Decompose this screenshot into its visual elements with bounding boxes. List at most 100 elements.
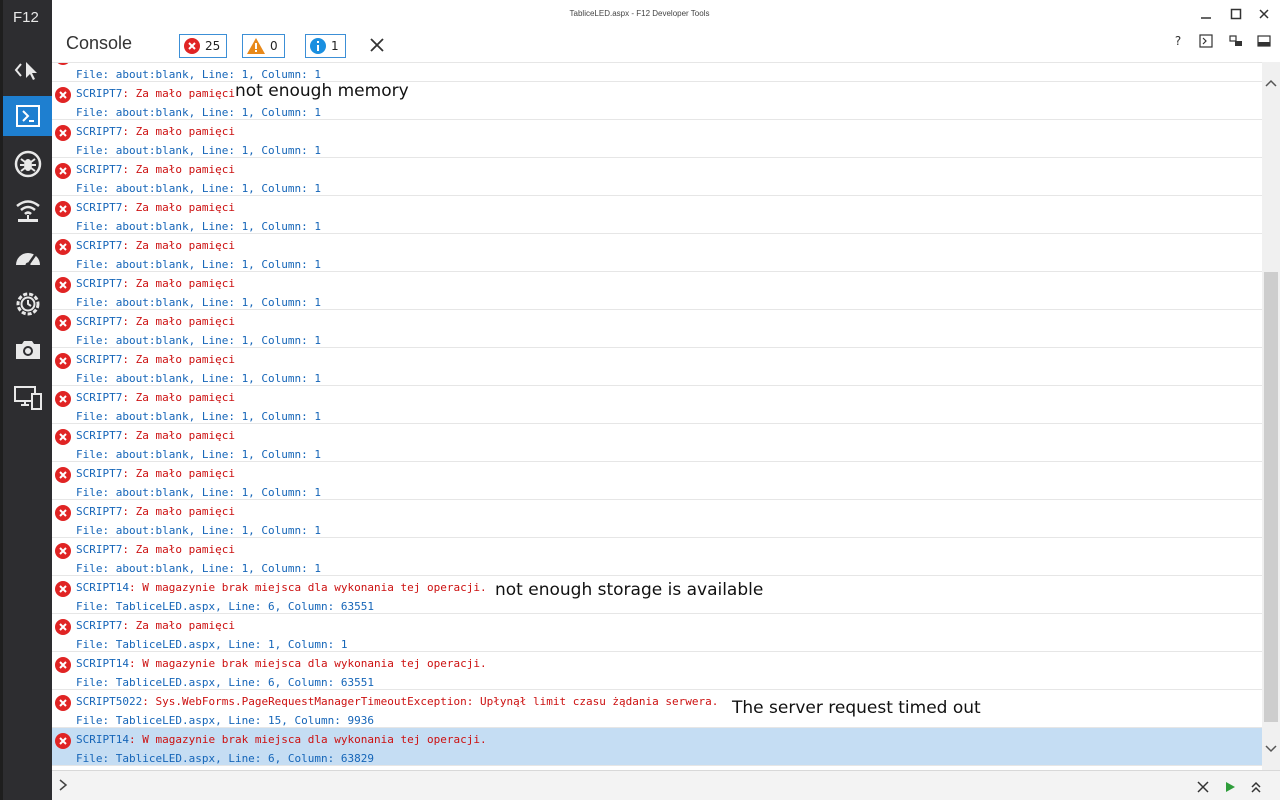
list-item[interactable]: File: about:blank, Line: 1, Column: 1 xyxy=(52,63,1262,82)
entry-location[interactable]: File: about:blank, Line: 1, Column: 1 xyxy=(76,334,321,347)
entry-location[interactable]: File: about:blank, Line: 1, Column: 1 xyxy=(76,68,321,81)
warning-filter-button[interactable]: 0 xyxy=(242,34,285,58)
minimize-button[interactable] xyxy=(1197,6,1215,22)
list-item[interactable]: SCRIPT7: Za mało pamięci File: about:blan… xyxy=(52,348,1262,386)
entry-location[interactable]: File: about:blank, Line: 1, Column: 1 xyxy=(76,448,321,461)
error-code[interactable]: SCRIPT7 xyxy=(76,505,122,518)
error-icon xyxy=(55,353,71,369)
list-item[interactable]: SCRIPT7: Za mało pamięci File: TabliceLED… xyxy=(52,614,1262,652)
error-code[interactable]: SCRIPT14 xyxy=(76,581,129,594)
error-icon xyxy=(55,125,71,141)
entry-location[interactable]: File: about:blank, Line: 1, Column: 1 xyxy=(76,486,321,499)
error-text: : Za mało pamięci xyxy=(122,467,235,480)
entry-location[interactable]: File: TabliceLED.aspx, Line: 1, Column: … xyxy=(76,638,348,651)
error-icon xyxy=(55,619,71,635)
entry-location[interactable]: File: about:blank, Line: 1, Column: 1 xyxy=(76,106,321,119)
error-code[interactable]: SCRIPT7 xyxy=(76,391,122,404)
help-button[interactable]: ? xyxy=(1169,32,1187,50)
list-item[interactable]: SCRIPT7: Za mało pamięci File: about:blan… xyxy=(52,538,1262,576)
error-code[interactable]: SCRIPT14 xyxy=(76,657,129,670)
scroll-up-icon[interactable] xyxy=(1265,78,1277,90)
tool-console[interactable] xyxy=(3,96,52,136)
run-button[interactable] xyxy=(1222,779,1238,795)
list-item[interactable]: SCRIPT7: Za mało pamięci File: about:blan… xyxy=(52,386,1262,424)
error-code[interactable]: SCRIPT7 xyxy=(76,277,122,290)
list-item[interactable]: SCRIPT14: W magazynie brak miejsca dla w… xyxy=(52,728,1262,766)
error-code[interactable]: SCRIPT7 xyxy=(76,87,122,100)
undock-button[interactable] xyxy=(1227,32,1245,50)
error-code[interactable]: SCRIPT7 xyxy=(76,619,122,632)
error-code[interactable]: SCRIPT7 xyxy=(76,201,122,214)
error-text: : Za mało pamięci xyxy=(122,239,235,252)
tool-emulation[interactable] xyxy=(3,378,52,418)
info-filter-button[interactable]: 1 xyxy=(305,34,346,58)
error-code[interactable]: SCRIPT7 xyxy=(76,353,122,366)
entry-message: SCRIPT7: Za mało pamięci xyxy=(76,543,235,556)
tool-dom-explorer[interactable] xyxy=(3,50,52,90)
entry-location[interactable]: File: TabliceLED.aspx, Line: 6, Column: … xyxy=(76,752,374,765)
entry-location[interactable]: File: about:blank, Line: 1, Column: 1 xyxy=(76,372,321,385)
list-item[interactable]: SCRIPT7: Za mało pamięci File: about:blan… xyxy=(52,462,1262,500)
error-code[interactable]: SCRIPT7 xyxy=(76,163,122,176)
error-icon xyxy=(184,38,200,54)
list-item[interactable]: SCRIPT7: Za mało pamięci File: about:blan… xyxy=(52,424,1262,462)
entry-location[interactable]: File: about:blank, Line: 1, Column: 1 xyxy=(76,410,321,423)
error-text: : Za mało pamięci xyxy=(122,391,235,404)
list-item[interactable]: SCRIPT7: Za mało pamięci File: about:blan… xyxy=(52,310,1262,348)
entry-location[interactable]: File: TabliceLED.aspx, Line: 6, Column: … xyxy=(76,676,374,689)
entry-message: SCRIPT7: Za mało pamięci xyxy=(76,201,235,214)
console-toggle-button[interactable] xyxy=(1197,32,1215,50)
list-item[interactable]: SCRIPT7: Za mało pamięci File: about:blan… xyxy=(52,272,1262,310)
list-item[interactable]: SCRIPT7: Za mało pamięci File: about:blan… xyxy=(52,196,1262,234)
clear-input-button[interactable] xyxy=(1195,779,1211,795)
info-count: 1 xyxy=(331,39,339,53)
list-item[interactable]: SCRIPT7: Za mało pamięci File: about:blan… xyxy=(52,120,1262,158)
error-code[interactable]: SCRIPT7 xyxy=(76,315,122,328)
error-text: : Za mało pamięci xyxy=(122,87,235,100)
tool-debugger[interactable] xyxy=(3,144,52,184)
clear-console-button[interactable] xyxy=(368,36,386,54)
dock-bottom-button[interactable] xyxy=(1255,32,1273,50)
entry-location[interactable]: File: about:blank, Line: 1, Column: 1 xyxy=(76,258,321,271)
expand-input-button[interactable] xyxy=(1248,779,1264,795)
vertical-scrollbar[interactable] xyxy=(1262,62,1280,770)
console-icon xyxy=(15,105,40,127)
entry-location[interactable]: File: TabliceLED.aspx, Line: 6, Column: … xyxy=(76,600,374,613)
entry-message: SCRIPT7: Za mało pamięci xyxy=(76,429,235,442)
error-code[interactable]: SCRIPT7 xyxy=(76,429,122,442)
list-item[interactable]: SCRIPT14: W magazynie brak miejsca dla w… xyxy=(52,652,1262,690)
console-input-bar[interactable]: > xyxy=(52,770,1280,800)
scrollbar-thumb[interactable] xyxy=(1264,272,1278,722)
tool-memory[interactable] xyxy=(3,284,52,324)
error-text: : Za mało pamięci xyxy=(122,163,235,176)
error-icon xyxy=(55,277,71,293)
console-header: Console 25 0 1 ? xyxy=(52,28,1280,62)
error-icon xyxy=(55,429,71,445)
tool-performance[interactable] xyxy=(3,238,52,278)
entry-location[interactable]: File: about:blank, Line: 1, Column: 1 xyxy=(76,296,321,309)
entry-location[interactable]: File: about:blank, Line: 1, Column: 1 xyxy=(76,144,321,157)
close-window-button[interactable] xyxy=(1255,6,1273,22)
error-code[interactable]: SCRIPT7 xyxy=(76,125,122,138)
error-code[interactable]: SCRIPT7 xyxy=(76,239,122,252)
error-code[interactable]: SCRIPT7 xyxy=(76,543,122,556)
error-code[interactable]: SCRIPT5022 xyxy=(76,695,142,708)
entry-location[interactable]: File: TabliceLED.aspx, Line: 15, Column:… xyxy=(76,714,374,727)
tool-screenshot[interactable] xyxy=(3,330,52,370)
maximize-button[interactable] xyxy=(1227,6,1245,22)
scroll-down-icon[interactable] xyxy=(1265,742,1277,754)
list-item[interactable]: SCRIPT7: Za mało pamięci File: about:blan… xyxy=(52,500,1262,538)
entry-message: SCRIPT7: Za mało pamięci xyxy=(76,353,235,366)
entry-location[interactable]: File: about:blank, Line: 1, Column: 1 xyxy=(76,524,321,537)
list-item[interactable]: SCRIPT5022: Sys.WebForms.PageRequestMana… xyxy=(52,690,1262,728)
error-code[interactable]: SCRIPT14 xyxy=(76,733,129,746)
list-item[interactable]: SCRIPT7: Za mało pamięci File: about:blan… xyxy=(52,158,1262,196)
list-item[interactable]: SCRIPT7: Za mało pamięci File: about:blan… xyxy=(52,82,1262,120)
entry-location[interactable]: File: about:blank, Line: 1, Column: 1 xyxy=(76,562,321,575)
error-code[interactable]: SCRIPT7 xyxy=(76,467,122,480)
tool-network[interactable] xyxy=(3,190,52,230)
entry-location[interactable]: File: about:blank, Line: 1, Column: 1 xyxy=(76,182,321,195)
list-item[interactable]: SCRIPT7: Za mało pamięci File: about:blan… xyxy=(52,234,1262,272)
error-filter-button[interactable]: 25 xyxy=(179,34,228,58)
entry-location[interactable]: File: about:blank, Line: 1, Column: 1 xyxy=(76,220,321,233)
